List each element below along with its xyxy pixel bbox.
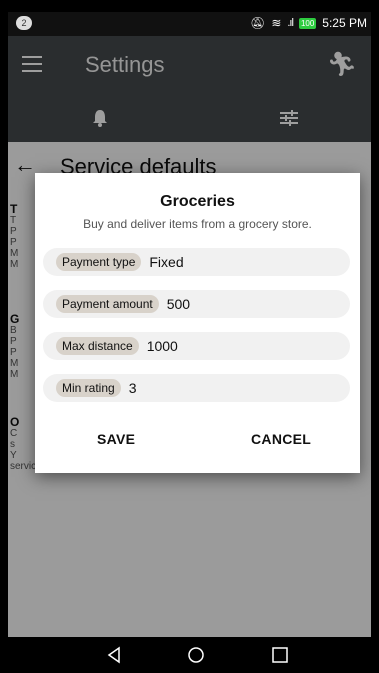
dialog-subtitle: Buy and deliver items from a grocery sto… (83, 217, 312, 231)
field-label-chip: Payment amount (56, 295, 159, 313)
cancel-button[interactable]: CANCEL (251, 431, 311, 447)
wifi-icon: ≋ (271, 16, 282, 30)
save-button[interactable]: SAVE (97, 431, 135, 447)
field-value: 1000 (146, 338, 178, 354)
field-label-chip: Max distance (56, 337, 139, 355)
nav-recents-icon[interactable] (270, 645, 290, 665)
notification-count-badge: 2 (16, 16, 32, 30)
payment-amount-field[interactable]: Payment amount 500 (43, 290, 350, 318)
field-value: 500 (166, 296, 191, 312)
max-distance-field[interactable]: Max distance 1000 (43, 332, 350, 360)
nav-home-icon[interactable] (186, 645, 206, 665)
status-bar: 2 🔕︎ ≋ .ıl 100 5:25 PM (8, 12, 371, 36)
status-time: 5:25 PM (322, 16, 367, 30)
mute-icon: 🔕︎ (250, 16, 266, 30)
status-icons: 🔕︎ ≋ .ıl 100 5:25 PM (250, 16, 367, 30)
field-value: 3 (128, 380, 137, 396)
battery-icon: 100 (298, 17, 317, 29)
signal-icon: .ıl (287, 17, 293, 29)
nav-back-icon[interactable] (104, 645, 124, 665)
dialog-title: Groceries (160, 193, 235, 210)
groceries-dialog: Groceries Buy and deliver items from a g… (35, 173, 360, 473)
field-label-chip: Payment type (56, 253, 142, 271)
system-nav-bar (0, 637, 379, 673)
field-label-chip: Min rating (56, 379, 121, 397)
field-value: Fixed (149, 254, 184, 270)
payment-type-field[interactable]: Payment type Fixed (43, 248, 350, 276)
min-rating-field[interactable]: Min rating 3 (43, 374, 350, 402)
